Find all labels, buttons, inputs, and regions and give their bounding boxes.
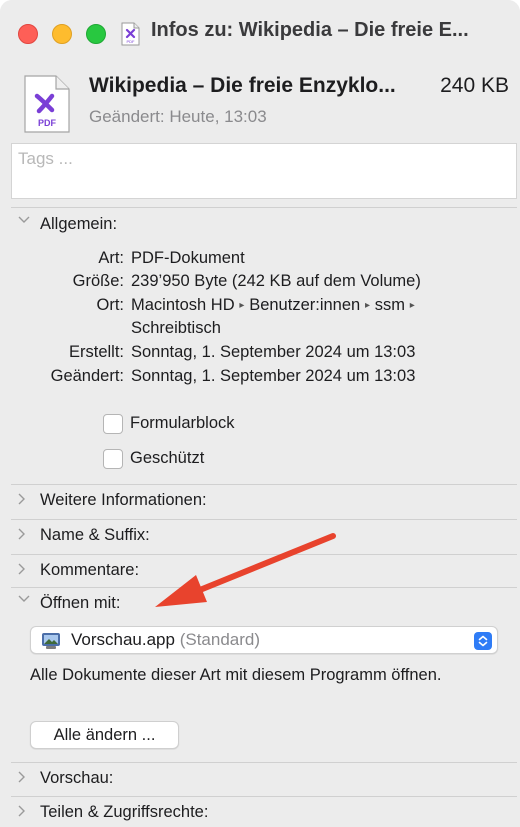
divider xyxy=(11,484,517,485)
chevron-right-icon xyxy=(18,771,28,783)
change-all-button[interactable]: Alle ändern ... xyxy=(30,721,179,749)
section-more-info-toggle[interactable]: Weitere Informationen: xyxy=(18,491,207,510)
section-general-toggle[interactable]: Allgemein: xyxy=(18,215,117,234)
size-value: 239’950 Byte (242 KB auf dem Volume) xyxy=(131,272,421,290)
zoom-button[interactable] xyxy=(86,24,106,44)
file-header: PDF Wikipedia – Die freie Enzyklo... 240… xyxy=(0,66,520,142)
divider xyxy=(11,587,517,588)
open-with-app-popup[interactable]: Vorschau.app (Standard) xyxy=(30,626,498,654)
app-default-suffix: (Standard) xyxy=(179,630,261,649)
chevron-down-icon xyxy=(18,595,30,605)
modified-label: Geändert: xyxy=(50,367,124,385)
path-segment: Benutzer:innen xyxy=(249,296,361,314)
section-name-ext-label: Name & Suffix: xyxy=(40,526,150,544)
stationery-label: Formularblock xyxy=(130,414,235,432)
kind-label: Art: xyxy=(98,249,124,267)
tags-field-container xyxy=(11,143,517,199)
minimize-button[interactable] xyxy=(52,24,72,44)
path-separator-icon: ▸ xyxy=(362,300,373,311)
chevron-down-icon xyxy=(18,216,30,226)
section-open-with-label: Öffnen mit: xyxy=(40,594,121,612)
file-size: 240 KB xyxy=(440,74,509,97)
modified-value: Sonntag, 1. September 2024 um 13:03 xyxy=(131,367,416,385)
open-with-description: Alle Dokumente dieser Art mit diesem Pro… xyxy=(30,666,442,684)
chevron-right-icon xyxy=(18,528,28,540)
section-name-ext-toggle[interactable]: Name & Suffix: xyxy=(18,526,150,545)
pdf-document-icon: PDF xyxy=(121,22,140,46)
section-open-with-toggle[interactable]: Öffnen mit: xyxy=(18,594,120,613)
where-path-cont: Schreibtisch xyxy=(131,319,221,337)
pdf-icon-label: PDF xyxy=(38,118,57,128)
locked-checkbox[interactable] xyxy=(103,449,123,469)
where-row: Ort: Macintosh HD ▸ Benutzer:innen ▸ ssm… xyxy=(0,296,520,318)
locked-label: Geschützt xyxy=(130,449,205,467)
close-button[interactable] xyxy=(18,24,38,44)
where-row-cont: Schreibtisch xyxy=(0,319,520,341)
section-more-info-label: Weitere Informationen: xyxy=(40,491,207,509)
section-sharing-toggle[interactable]: Teilen & Zugriffsrechte: xyxy=(18,803,208,822)
where-path: Macintosh HD ▸ Benutzer:innen ▸ ssm ▸ xyxy=(131,296,417,315)
app-name: Vorschau.app xyxy=(71,630,175,649)
chevron-right-icon xyxy=(18,563,28,575)
svg-text:PDF: PDF xyxy=(127,39,136,44)
divider xyxy=(11,207,517,208)
modified-row: Geändert: Sonntag, 1. September 2024 um … xyxy=(0,367,520,389)
kind-row: Art: PDF-Dokument xyxy=(0,249,520,271)
section-comments-label: Kommentare: xyxy=(40,561,140,579)
popup-stepper-icon xyxy=(474,632,492,650)
path-separator-icon: ▸ xyxy=(407,300,415,311)
section-preview-toggle[interactable]: Vorschau: xyxy=(18,769,113,788)
created-value: Sonntag, 1. September 2024 um 13:03 xyxy=(131,343,416,361)
kind-value: PDF-Dokument xyxy=(131,249,245,267)
window-title: Infos zu: Wikipedia – Die freie E... xyxy=(151,19,469,41)
title-bar[interactable]: PDF Infos zu: Wikipedia – Die freie E... xyxy=(0,0,520,66)
stationery-checkbox[interactable] xyxy=(103,414,123,434)
where-label: Ort: xyxy=(96,296,125,314)
info-window: PDF Infos zu: Wikipedia – Die freie E...… xyxy=(0,0,520,827)
chevron-right-icon xyxy=(18,493,28,505)
divider xyxy=(11,762,517,763)
path-separator-icon: ▸ xyxy=(236,300,248,311)
open-with-app-name: Vorschau.app (Standard) xyxy=(71,630,260,650)
size-row: Größe: 239’950 Byte (242 KB auf dem Volu… xyxy=(0,272,520,294)
path-segment: ssm xyxy=(374,296,406,314)
section-preview-label: Vorschau: xyxy=(40,769,114,787)
preview-app-icon xyxy=(42,633,60,649)
created-label: Erstellt: xyxy=(68,343,124,361)
file-modified: Geändert: Heute, 13:03 xyxy=(89,107,267,126)
divider xyxy=(11,554,517,555)
section-general-label: Allgemein: xyxy=(40,215,118,233)
section-sharing-label: Teilen & Zugriffsrechte: xyxy=(40,803,209,821)
created-row: Erstellt: Sonntag, 1. September 2024 um … xyxy=(0,343,520,365)
tags-input[interactable] xyxy=(12,144,516,174)
path-segment: Macintosh HD xyxy=(131,296,235,314)
chevron-right-icon xyxy=(18,805,28,817)
pdf-file-icon: PDF xyxy=(24,75,70,133)
size-label: Größe: xyxy=(72,272,124,290)
file-name: Wikipedia – Die freie Enzyklo... xyxy=(89,74,396,97)
section-comments-toggle[interactable]: Kommentare: xyxy=(18,561,139,580)
divider xyxy=(11,796,517,797)
divider xyxy=(11,519,517,520)
